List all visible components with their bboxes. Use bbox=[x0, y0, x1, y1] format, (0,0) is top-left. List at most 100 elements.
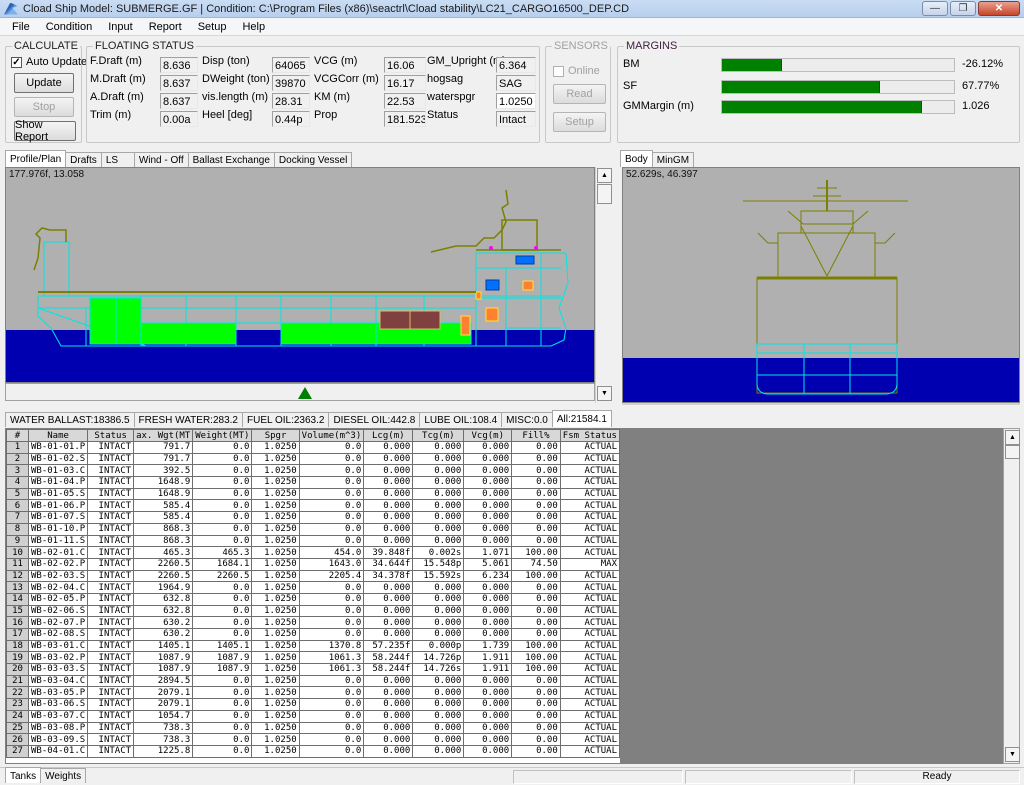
table-cell[interactable]: ACTUAL bbox=[559, 698, 620, 711]
tab-tanks[interactable]: Tanks bbox=[5, 767, 42, 783]
table-cell[interactable]: 0.000 bbox=[412, 733, 465, 746]
table-cell[interactable]: 0.000 bbox=[412, 616, 465, 629]
restore-button[interactable]: ❐ bbox=[950, 1, 976, 16]
table-cell[interactable]: WB-01-03.C bbox=[27, 464, 89, 478]
summary-tab[interactable]: MISC:0.0 bbox=[501, 412, 553, 427]
table-row[interactable]: 16 WB-02-07.P INTACT 630.2 0.0 1.0250 0.0 0.000… bbox=[6, 616, 620, 629]
table-cell[interactable]: ACTUAL bbox=[559, 686, 620, 700]
table-cell[interactable]: 0.0 bbox=[298, 686, 365, 700]
table-cell[interactable]: WB-02-03.S bbox=[27, 569, 89, 583]
table-cell[interactable]: WB-04-01.C bbox=[27, 744, 89, 758]
table-cell[interactable]: 0.000 bbox=[463, 686, 513, 700]
row-number[interactable]: 7 bbox=[6, 511, 29, 524]
table-cell[interactable]: ACTUAL bbox=[559, 592, 620, 606]
table-cell[interactable]: INTACT bbox=[87, 674, 135, 688]
table-cell[interactable]: 0.0 bbox=[298, 534, 365, 548]
table-cell[interactable]: 0.0 bbox=[192, 686, 253, 700]
table-cell[interactable]: 0.002s bbox=[412, 546, 465, 559]
table-row[interactable]: 25 WB-03-08.P INTACT 738.3 0.0 1.0250 0.0 0.000… bbox=[6, 721, 620, 735]
scroll-down-icon[interactable]: ▼ bbox=[1005, 747, 1020, 762]
column-header[interactable]: Vcg(m) bbox=[463, 429, 513, 442]
table-cell[interactable]: INTACT bbox=[87, 499, 135, 513]
sensors-setup-button[interactable]: Setup bbox=[553, 112, 606, 132]
table-cell[interactable]: WB-02-07.P bbox=[27, 616, 89, 629]
table-row[interactable]: 24 WB-03-07.C INTACT 1054.7 0.0 1.0250 0.0 0.00… bbox=[6, 709, 620, 723]
table-cell[interactable]: 1.0250 bbox=[251, 581, 300, 594]
table-cell[interactable]: 1.0250 bbox=[251, 476, 300, 489]
table-row[interactable]: 19 WB-03-02.P INTACT 1087.9 1087.9 1.0250 1061… bbox=[6, 651, 620, 665]
body-view[interactable]: 52.629s, 46.397 bbox=[622, 167, 1020, 403]
table-cell[interactable]: INTACT bbox=[87, 721, 135, 735]
menu-setup[interactable]: Setup bbox=[190, 21, 235, 33]
table-cell[interactable]: 392.5 bbox=[133, 464, 194, 478]
row-number[interactable]: 17 bbox=[6, 628, 29, 641]
table-cell[interactable]: 100.00 bbox=[511, 663, 561, 676]
table-cell[interactable]: 0.0 bbox=[192, 511, 253, 524]
table-cell[interactable]: ACTUAL bbox=[559, 639, 620, 653]
column-header[interactable]: # bbox=[6, 429, 29, 442]
table-cell[interactable]: 0.0 bbox=[192, 534, 253, 548]
column-header[interactable]: Tcg(m) bbox=[412, 429, 465, 442]
table-cell[interactable]: 0.0 bbox=[298, 709, 365, 723]
table-cell[interactable]: INTACT bbox=[87, 744, 135, 758]
table-cell[interactable]: 2260.5 bbox=[133, 569, 194, 583]
table-cell[interactable]: 868.3 bbox=[133, 534, 194, 548]
table-cell[interactable]: ACTUAL bbox=[559, 733, 620, 746]
stop-button[interactable]: Stop bbox=[14, 97, 74, 117]
table-cell[interactable]: 738.3 bbox=[133, 733, 194, 746]
table-row[interactable]: 26 WB-03-09.S INTACT 738.3 0.0 1.0250 0.0 0.000… bbox=[6, 733, 620, 746]
row-number[interactable]: 26 bbox=[6, 733, 29, 746]
table-cell[interactable]: 0.00 bbox=[511, 674, 561, 688]
table-row[interactable]: 4 WB-01-04.P INTACT 1648.9 0.0 1.0250 0.0 0.000… bbox=[6, 476, 620, 489]
row-number[interactable]: 22 bbox=[6, 686, 29, 700]
table-cell[interactable]: WB-03-04.C bbox=[27, 674, 89, 688]
table-cell[interactable]: ACTUAL bbox=[559, 441, 620, 454]
table-cell[interactable]: 1.0250 bbox=[251, 698, 300, 711]
table-cell[interactable]: 0.000 bbox=[363, 581, 414, 594]
table-cell[interactable]: 1.0250 bbox=[251, 499, 300, 513]
table-cell[interactable]: 39.848f bbox=[363, 546, 414, 559]
scroll-up-icon[interactable]: ▲ bbox=[597, 168, 612, 183]
table-cell[interactable]: 585.4 bbox=[133, 499, 194, 513]
table-cell[interactable]: ACTUAL bbox=[559, 464, 620, 478]
table-cell[interactable]: WB-01-04.P bbox=[27, 476, 89, 489]
table-cell[interactable]: 0.0 bbox=[192, 464, 253, 478]
table-cell[interactable]: 1.0250 bbox=[251, 674, 300, 688]
menu-condition[interactable]: Condition bbox=[38, 21, 100, 33]
table-cell[interactable]: 0.0 bbox=[298, 616, 365, 629]
table-cell[interactable]: 0.000 bbox=[363, 628, 414, 641]
table-cell[interactable]: 1.0250 bbox=[251, 522, 300, 536]
table-cell[interactable]: 1087.9 bbox=[192, 651, 253, 665]
table-cell[interactable]: 0.0 bbox=[192, 744, 253, 758]
row-number[interactable]: 16 bbox=[6, 616, 29, 629]
table-cell[interactable]: 1.0250 bbox=[251, 546, 300, 559]
table-cell[interactable]: 1643.0 bbox=[298, 557, 365, 571]
table-cell[interactable]: 1964.9 bbox=[133, 581, 194, 594]
tab-weights[interactable]: Weights bbox=[40, 768, 87, 783]
table-cell[interactable]: 0.000 bbox=[412, 686, 465, 700]
table-cell[interactable]: 0.000 bbox=[463, 452, 513, 466]
table-cell[interactable]: INTACT bbox=[87, 651, 135, 665]
table-cell[interactable]: INTACT bbox=[87, 487, 135, 501]
table-cell[interactable]: 0.00 bbox=[511, 534, 561, 548]
table-cell[interactable]: 0.000 bbox=[412, 476, 465, 489]
table-cell[interactable]: 0.000 bbox=[412, 674, 465, 688]
column-header[interactable]: ax. Wgt(MT bbox=[133, 429, 194, 442]
table-cell[interactable]: INTACT bbox=[87, 616, 135, 629]
row-number[interactable]: 23 bbox=[6, 698, 29, 711]
table-cell[interactable]: 0.00 bbox=[511, 709, 561, 723]
table-cell[interactable]: 632.8 bbox=[133, 604, 194, 618]
table-cell[interactable]: 0.000 bbox=[412, 499, 465, 513]
table-cell[interactable]: 0.000 bbox=[412, 452, 465, 466]
table-row[interactable]: 1 WB-01-01.P INTACT 791.7 0.0 1.0250 0.0 0.000 0… bbox=[6, 441, 620, 454]
slider-thumb-icon[interactable] bbox=[298, 387, 312, 399]
table-cell[interactable]: 868.3 bbox=[133, 522, 194, 536]
table-cell[interactable]: WB-01-01.P bbox=[27, 441, 89, 454]
table-cell[interactable]: 0.0 bbox=[192, 628, 253, 641]
table-cell[interactable]: 1.0250 bbox=[251, 616, 300, 629]
table-cell[interactable]: WB-03-05.P bbox=[27, 686, 89, 700]
table-cell[interactable]: WB-03-01.C bbox=[27, 639, 89, 653]
table-cell[interactable]: 0.0 bbox=[298, 628, 365, 641]
table-cell[interactable]: 0.0 bbox=[192, 604, 253, 618]
table-cell[interactable]: 0.0 bbox=[298, 522, 365, 536]
